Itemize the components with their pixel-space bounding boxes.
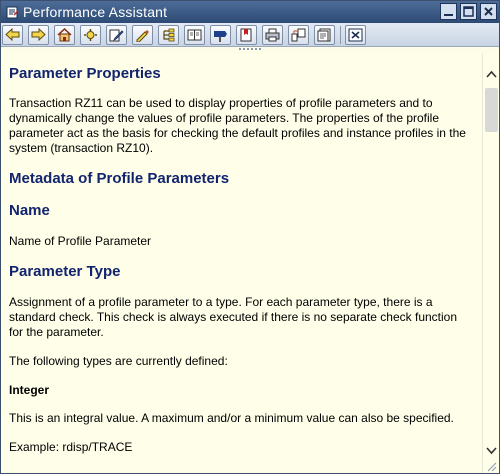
title-bar[interactable]: Performance Assistant xyxy=(1,1,499,23)
maximize-icon xyxy=(463,6,474,17)
types-defined-paragraph: The following types are currently define… xyxy=(9,354,228,368)
edit-icon xyxy=(109,29,124,41)
print-button[interactable] xyxy=(262,24,283,45)
back-button[interactable] xyxy=(2,24,23,45)
minimize-button[interactable] xyxy=(440,3,457,20)
signpost-button[interactable] xyxy=(210,24,231,45)
print-icon xyxy=(265,28,280,41)
bookmark-button[interactable] xyxy=(236,24,257,45)
help-content: Parameter Properties Transaction RZ11 ca… xyxy=(1,53,481,473)
back-arrow-icon xyxy=(5,28,20,41)
integer-paragraph: This is an integral value. A maximum and… xyxy=(9,411,454,425)
toolbar-separator xyxy=(340,25,341,44)
forward-arrow-icon xyxy=(31,28,46,41)
close-window-button[interactable] xyxy=(480,3,497,20)
scroll-thumb[interactable] xyxy=(485,88,498,132)
structure-button[interactable] xyxy=(288,24,309,45)
maximize-button[interactable] xyxy=(460,3,477,20)
close-button[interactable] xyxy=(345,24,366,45)
book-button[interactable] xyxy=(184,24,205,45)
page-view-icon xyxy=(317,28,331,41)
scroll-down-button[interactable] xyxy=(485,446,498,456)
page-view-button[interactable] xyxy=(314,24,335,45)
bookmark-icon xyxy=(240,28,252,41)
forward-button[interactable] xyxy=(28,24,49,45)
technical-info-button[interactable] xyxy=(80,24,101,45)
hierarchy-button[interactable] xyxy=(158,24,179,45)
close-icon xyxy=(348,28,363,41)
technical-info-icon xyxy=(84,28,97,41)
home-icon xyxy=(57,27,72,41)
intro-paragraph: Transaction RZ11 can be used to display … xyxy=(9,96,466,155)
highlight-button[interactable] xyxy=(132,24,153,45)
performance-assistant-window: Performance Assistant Parameter Properti… xyxy=(0,0,500,474)
heading-parameter-type: Parameter Type xyxy=(9,263,121,280)
structure-icon xyxy=(291,28,306,41)
chevron-up-icon xyxy=(486,70,497,78)
type-paragraph: Assignment of a profile parameter to a t… xyxy=(9,295,458,339)
chevron-down-icon xyxy=(486,447,497,455)
name-paragraph: Name of Profile Parameter xyxy=(9,234,152,248)
signpost-icon xyxy=(214,30,227,42)
resize-grip-icon[interactable] xyxy=(485,460,497,472)
example-paragraph: Example: rdisp/TRACE xyxy=(9,440,133,454)
toolbar xyxy=(1,23,499,47)
close-icon xyxy=(484,7,493,16)
edit-button[interactable] xyxy=(106,24,127,45)
hierarchy-icon xyxy=(163,28,175,41)
heading-metadata: Metadata of Profile Parameters xyxy=(9,170,230,187)
minimize-icon xyxy=(444,14,453,16)
book-icon xyxy=(187,29,202,40)
splitter-grip[interactable] xyxy=(239,48,261,52)
highlight-icon xyxy=(136,29,149,42)
window-controls xyxy=(440,3,497,20)
home-button[interactable] xyxy=(54,24,75,45)
scroll-up-button[interactable] xyxy=(485,69,498,79)
heading-integer: Integer xyxy=(9,383,50,397)
window-menu-icon[interactable] xyxy=(5,5,19,19)
window-title: Performance Assistant xyxy=(23,4,168,20)
vertical-scrollbar[interactable] xyxy=(482,53,499,473)
heading-name: Name xyxy=(9,202,50,219)
heading-parameter-properties: Parameter Properties xyxy=(9,65,161,82)
